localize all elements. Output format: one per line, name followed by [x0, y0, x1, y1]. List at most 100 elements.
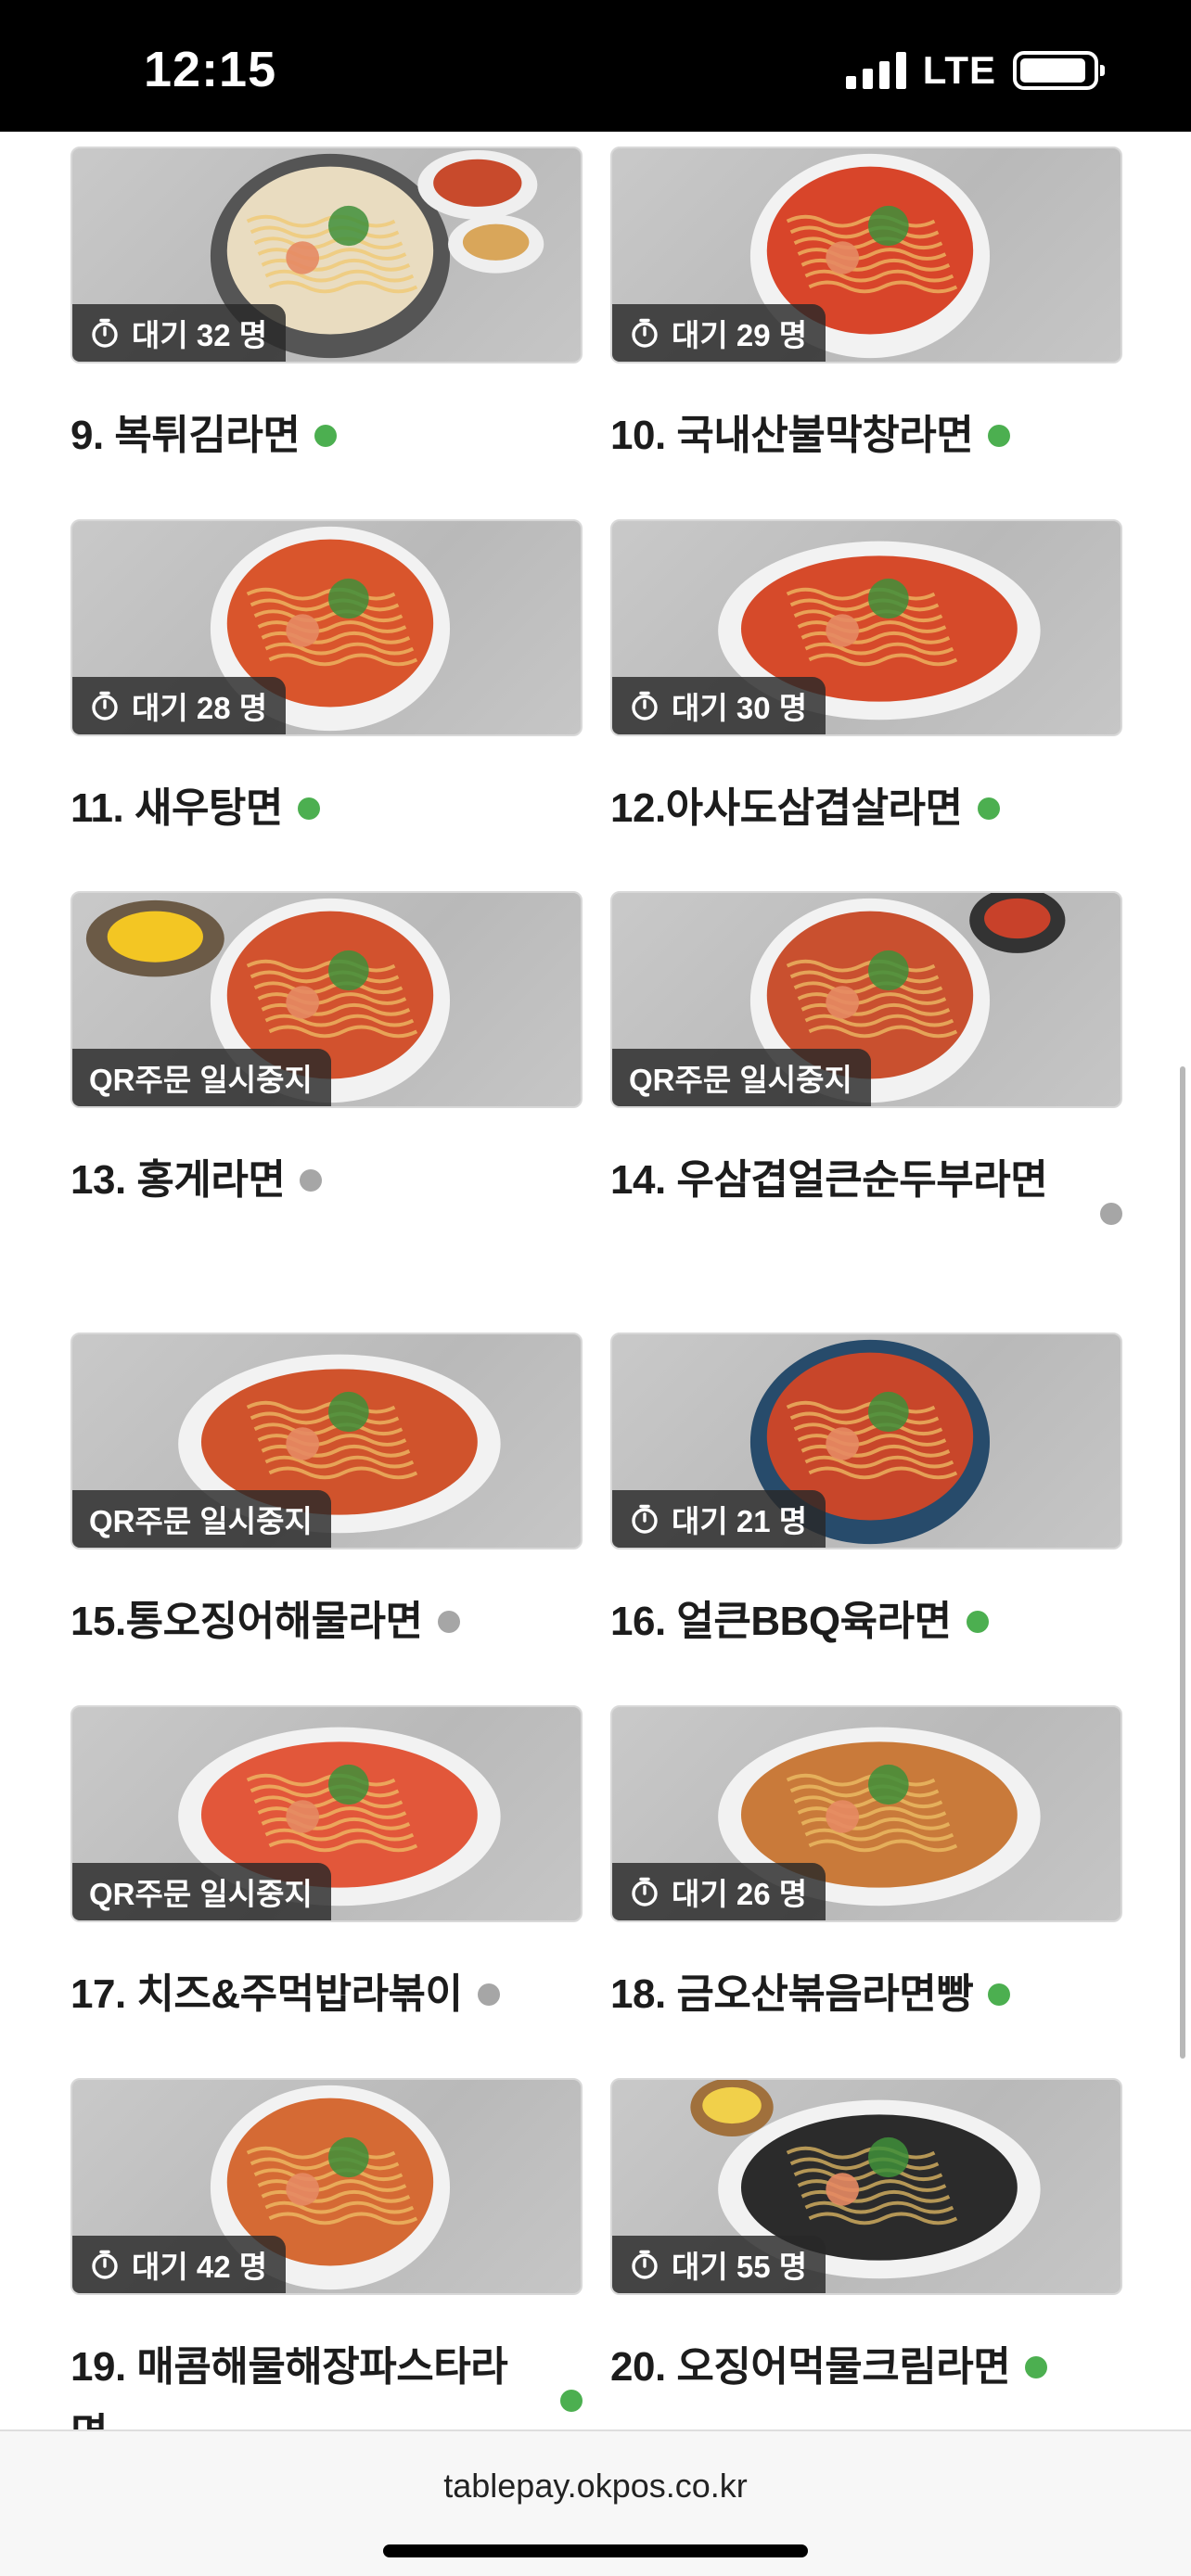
menu-item-photo[interactable]: 대기 26 명 — [610, 1705, 1122, 1922]
menu-item-title-row[interactable]: 19. 매콤해물해장파스타라면 — [70, 2334, 583, 2429]
badge-label: 대기 32 명 — [132, 318, 268, 352]
wait-count-badge: 대기 28 명 — [72, 677, 287, 734]
badge-label: QR주문 일시중지 — [629, 1063, 852, 1097]
menu-item-name[interactable]: 11. 새우탕면 — [70, 775, 283, 842]
stopwatch-icon — [89, 2249, 121, 2280]
badge-label: QR주문 일시중지 — [89, 1063, 313, 1097]
stopwatch-icon — [629, 1503, 660, 1535]
menu-item-photo[interactable]: 대기 28 명 — [70, 519, 583, 736]
available-status-dot — [988, 425, 1011, 447]
home-indicator[interactable] — [383, 2544, 808, 2557]
stopwatch-icon — [89, 317, 121, 349]
status-time: 12:15 — [144, 42, 277, 97]
menu-item-name[interactable]: 9. 복튀김라면 — [70, 402, 301, 469]
menu-item-title-row[interactable]: 16. 얼큰BBQ육라면 — [610, 1588, 1122, 1655]
menu-item-photo[interactable]: QR주문 일시중지 — [70, 1705, 583, 1922]
menu-item-name[interactable]: 17. 치즈&주먹밥라볶이 — [70, 1961, 463, 2028]
menu-item-title-row[interactable]: 13. 홍게라면 — [70, 1147, 583, 1214]
menu-item-name[interactable]: 18. 금오산볶음라면빵 — [610, 1961, 974, 2028]
menu-item-title-row[interactable]: 9. 복튀김라면 — [70, 402, 583, 469]
menu-item-name[interactable]: 10. 국내산불막창라면 — [610, 402, 974, 469]
menu-item-photo[interactable]: 대기 21 명 — [610, 1333, 1122, 1549]
badge-label: 대기 21 명 — [672, 1504, 808, 1538]
menu-item-photo[interactable]: 대기 42 명 — [70, 2078, 583, 2295]
stopwatch-icon — [89, 690, 121, 721]
menu-item-title-row[interactable]: 15.통오징어해물라면 — [70, 1588, 583, 1655]
wait-count-badge: 대기 42 명 — [72, 2236, 287, 2293]
available-status-dot — [988, 1983, 1011, 2006]
menu-item-title-row[interactable]: 17. 치즈&주먹밥라볶이 — [70, 1961, 583, 2028]
stopwatch-icon — [629, 317, 660, 349]
menu-item-card[interactable]: 대기 42 명 19. 매콤해물해장파스타라면 — [70, 2078, 583, 2429]
wait-count-badge: 대기 21 명 — [612, 1490, 826, 1548]
menu-item-card[interactable]: 대기 26 명 18. 금오산볶음라면빵 — [610, 1705, 1122, 2028]
stopwatch-icon — [629, 1876, 660, 1907]
menu-item-photo[interactable]: QR주문 일시중지 — [610, 891, 1122, 1108]
menu-item-name[interactable]: 20. 오징어먹물크림라면 — [610, 2334, 1011, 2401]
badge-label: 대기 55 명 — [672, 2250, 808, 2284]
available-status-dot — [560, 2390, 583, 2412]
wait-count-badge: 대기 30 명 — [612, 677, 826, 734]
order-paused-badge: QR주문 일시중지 — [72, 1490, 331, 1548]
available-status-dot — [977, 797, 1000, 820]
network-type: LTE — [922, 48, 996, 92]
menu-item-card[interactable]: 대기 29 명 10. 국내산불막창라면 — [610, 147, 1122, 469]
menu-item-card[interactable]: 대기 21 명 16. 얼큰BBQ육라면 — [610, 1333, 1122, 1655]
badge-label: 대기 42 명 — [132, 2250, 268, 2284]
menu-item-title-row[interactable]: 18. 금오산볶음라면빵 — [610, 1961, 1122, 2028]
menu-item-photo[interactable]: 대기 29 명 — [610, 147, 1122, 363]
status-icons: LTE — [845, 48, 1105, 93]
menu-item-card[interactable]: 대기 28 명 11. 새우탕면 — [70, 519, 583, 842]
browser-bottom-bar: tablepay.okpos.co.kr — [0, 2429, 1191, 2576]
menu-item-name[interactable]: 19. 매콤해물해장파스타라면 — [70, 2334, 516, 2429]
menu-item-photo[interactable]: 대기 30 명 — [610, 519, 1122, 736]
badge-label: QR주문 일시중지 — [89, 1504, 313, 1538]
available-status-dot — [297, 797, 320, 820]
menu-item-card[interactable]: 대기 55 명 20. 오징어먹물크림라면 — [610, 2078, 1122, 2401]
menu-item-title-row[interactable]: 11. 새우탕면 — [70, 775, 583, 842]
unavailable-status-dot — [1100, 1203, 1122, 1225]
unavailable-status-dot — [437, 1611, 460, 1633]
menu-grid: 대기 32 명 9. 복튀김라면 대기 29 명 10. 국내산불막창라면대기 28 … — [0, 132, 1191, 2429]
menu-item-card[interactable]: QR주문 일시중지 14. 우삼겹얼큰순두부라면 — [610, 891, 1122, 1225]
menu-item-name[interactable]: 12.아사도삼겹살라면 — [610, 775, 963, 842]
scrollbar[interactable] — [1180, 1066, 1185, 2059]
order-paused-badge: QR주문 일시중지 — [72, 1863, 331, 1920]
menu-item-photo[interactable]: QR주문 일시중지 — [70, 891, 583, 1108]
menu-item-card[interactable]: 대기 32 명 9. 복튀김라면 — [70, 147, 583, 469]
available-status-dot — [966, 1611, 989, 1633]
menu-item-name[interactable]: 15.통오징어해물라면 — [70, 1588, 423, 1655]
menu-item-card[interactable]: QR주문 일시중지 17. 치즈&주먹밥라볶이 — [70, 1705, 583, 2028]
battery-icon — [1013, 51, 1105, 90]
badge-label: 대기 26 명 — [672, 1877, 808, 1911]
badge-label: QR주문 일시중지 — [89, 1877, 313, 1911]
unavailable-status-dot — [477, 1983, 500, 2006]
menu-item-card[interactable]: QR주문 일시중지 13. 홍게라면 — [70, 891, 583, 1214]
menu-item-photo[interactable]: QR주문 일시중지 — [70, 1333, 583, 1549]
menu-item-card[interactable]: 대기 30 명 12.아사도삼겹살라면 — [610, 519, 1122, 842]
order-paused-badge: QR주문 일시중지 — [72, 1049, 331, 1106]
menu-item-title-row[interactable]: 10. 국내산불막창라면 — [610, 402, 1122, 469]
badge-label: 대기 28 명 — [132, 691, 268, 725]
menu-item-name[interactable]: 13. 홍게라면 — [70, 1147, 286, 1214]
stopwatch-icon — [629, 690, 660, 721]
menu-item-photo[interactable]: 대기 32 명 — [70, 147, 583, 363]
unavailable-status-dot — [300, 1169, 323, 1192]
wait-count-badge: 대기 29 명 — [612, 304, 826, 362]
menu-item-title-row[interactable]: 12.아사도삼겹살라면 — [610, 775, 1122, 842]
menu-item-photo[interactable]: 대기 55 명 — [610, 2078, 1122, 2295]
wait-count-badge: 대기 26 명 — [612, 1863, 826, 1920]
signal-strength-icon — [845, 52, 906, 89]
wait-count-badge: 대기 32 명 — [72, 304, 287, 362]
status-bar: 12:15 LTE — [0, 0, 1191, 132]
menu-item-title-row[interactable]: 14. 우삼겹얼큰순두부라면 — [610, 1147, 1122, 1225]
menu-item-title-row[interactable]: 20. 오징어먹물크림라면 — [610, 2334, 1122, 2401]
order-paused-badge: QR주문 일시중지 — [612, 1049, 871, 1106]
available-status-dot — [314, 425, 338, 447]
badge-label: 대기 30 명 — [672, 691, 808, 725]
menu-item-name[interactable]: 16. 얼큰BBQ육라면 — [610, 1588, 952, 1655]
menu-item-card[interactable]: QR주문 일시중지 15.통오징어해물라면 — [70, 1333, 583, 1655]
menu-item-name[interactable]: 14. 우삼겹얼큰순두부라면 — [610, 1147, 1056, 1214]
available-status-dot — [1025, 2356, 1048, 2378]
url-label[interactable]: tablepay.okpos.co.kr — [0, 2467, 1191, 2506]
